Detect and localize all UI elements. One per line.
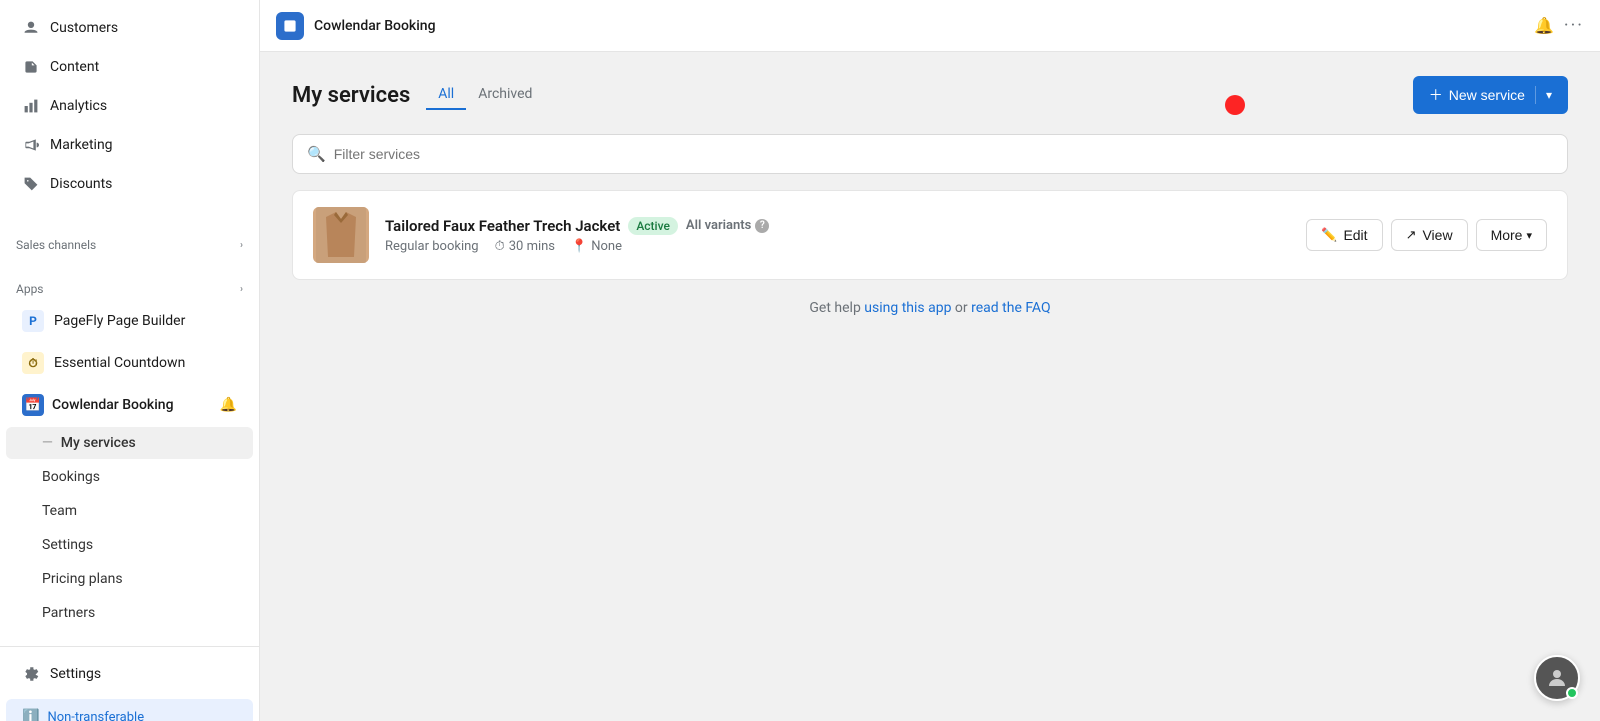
sidebar-item-settings[interactable]: Settings xyxy=(6,655,253,693)
sidebar-divider-3 xyxy=(0,646,259,647)
more-button[interactable]: More ▾ xyxy=(1476,219,1547,251)
new-service-label: New service xyxy=(1449,87,1525,103)
avatar-button[interactable] xyxy=(1534,655,1580,701)
main-content: Cowlendar Booking 🔔 ··· My services All … xyxy=(260,0,1600,721)
bell-icon[interactable]: 🔔 xyxy=(1534,16,1554,35)
chevron-right-icon-apps: › xyxy=(240,284,243,295)
essential-label: Essential Countdown xyxy=(54,355,185,371)
duration: ⏱ 30 mins xyxy=(495,239,555,254)
tab-archived[interactable]: Archived xyxy=(466,80,544,110)
sidebar-item-analytics[interactable]: Analytics xyxy=(6,87,253,125)
view-button[interactable]: ↗ View xyxy=(1391,219,1468,251)
info-icon: ℹ️ xyxy=(22,709,39,721)
sidebar-sub-partners[interactable]: Partners xyxy=(6,597,253,629)
partners-label: Partners xyxy=(42,605,95,621)
service-meta: Regular booking ⏱ 30 mins 📍 None xyxy=(385,239,1290,254)
marketing-label: Marketing xyxy=(50,137,113,153)
service-card: Tailored Faux Feather Trech Jacket Activ… xyxy=(292,190,1568,280)
sidebar-sub-team[interactable]: Team xyxy=(6,495,253,527)
pagefly-icon: P xyxy=(22,310,44,332)
sidebar: Customers Content Analytics Marketing Di… xyxy=(0,0,260,721)
pagefly-label: PageFly Page Builder xyxy=(54,313,185,329)
service-info: Tailored Faux Feather Trech Jacket Activ… xyxy=(385,217,1290,254)
service-name-row: Tailored Faux Feather Trech Jacket Activ… xyxy=(385,217,1290,235)
gear-icon xyxy=(22,665,40,683)
sidebar-item-marketing[interactable]: Marketing xyxy=(6,126,253,164)
online-indicator xyxy=(1566,687,1578,699)
content-label: Content xyxy=(50,59,99,75)
page-header-left: My services All Archived xyxy=(292,80,544,110)
new-service-button[interactable]: ＋ New service ▾ xyxy=(1413,76,1568,114)
discounts-label: Discounts xyxy=(50,176,112,192)
sales-channels-section[interactable]: Sales channels › xyxy=(0,228,259,256)
page-title: My services xyxy=(292,83,410,108)
all-variants-text: All variants ? xyxy=(686,218,769,233)
service-name-text: Tailored Faux Feather Trech Jacket xyxy=(385,217,620,235)
help-circle-icon[interactable]: ? xyxy=(755,219,769,233)
pin-icon: 📍 xyxy=(571,239,587,254)
settings-label: Settings xyxy=(50,666,101,682)
external-link-icon: ↗ xyxy=(1406,227,1417,243)
page-header: My services All Archived ＋ New service ▾ xyxy=(292,76,1568,114)
search-icon: 🔍 xyxy=(307,145,326,163)
sidebar-bottom: Settings ℹ️ Non-transferable xyxy=(0,630,259,721)
dots-icon[interactable]: ··· xyxy=(1564,15,1584,36)
sidebar-item-customers[interactable]: Customers xyxy=(6,9,253,47)
status-badge: Active xyxy=(628,217,678,235)
tab-all[interactable]: All xyxy=(426,80,466,110)
clock-icon: ⏱ xyxy=(495,239,505,254)
help-text: Get help using this app or read the FAQ xyxy=(292,300,1568,316)
service-image xyxy=(313,207,369,263)
sidebar-item-pagefly[interactable]: P PageFly Page Builder xyxy=(6,301,253,341)
tag-icon xyxy=(22,175,40,193)
chevron-right-icon: › xyxy=(240,240,243,251)
service-actions: ✏️ Edit ↗ View More ▾ xyxy=(1306,219,1547,251)
person-icon xyxy=(22,19,40,37)
read-faq-link[interactable]: read the FAQ xyxy=(971,300,1050,316)
sidebar-item-essential[interactable]: ⏱ Essential Countdown xyxy=(6,343,253,383)
btn-divider xyxy=(1535,86,1536,104)
essential-icon: ⏱ xyxy=(22,352,44,374)
sidebar-sub-pricing[interactable]: Pricing plans xyxy=(6,563,253,595)
apps-section[interactable]: Apps › xyxy=(0,272,259,300)
sidebar-sub-my-services[interactable]: — My services xyxy=(6,427,253,459)
sidebar-item-content[interactable]: Content xyxy=(6,48,253,86)
content-area: My services All Archived ＋ New service ▾ xyxy=(260,52,1600,721)
chevron-down-icon: ▾ xyxy=(1546,88,1552,102)
megaphone-icon xyxy=(22,136,40,154)
edit-button[interactable]: ✏️ Edit xyxy=(1306,219,1382,251)
non-transferable-banner[interactable]: ℹ️ Non-transferable xyxy=(6,699,253,721)
sidebar-sub-settings[interactable]: Settings xyxy=(6,529,253,561)
booking-type: Regular booking xyxy=(385,239,479,254)
top-bar-left: Cowlendar Booking xyxy=(276,12,436,40)
plus-icon: ＋ xyxy=(1429,85,1443,105)
top-bar: Cowlendar Booking 🔔 ··· xyxy=(260,0,1600,52)
app-logo xyxy=(276,12,304,40)
document-icon xyxy=(22,58,40,76)
chevron-down-icon-more: ▾ xyxy=(1526,229,1532,242)
edit-icon: ✏️ xyxy=(1321,227,1337,243)
top-bar-right: 🔔 ··· xyxy=(1534,15,1584,36)
analytics-label: Analytics xyxy=(50,98,107,114)
notification-icon: 🔔 xyxy=(220,397,237,413)
location: 📍 None xyxy=(571,239,622,254)
search-input[interactable] xyxy=(334,146,1553,162)
non-transferable-label: Non-transferable xyxy=(47,710,144,721)
my-services-label: My services xyxy=(61,435,136,451)
sidebar-sub-bookings[interactable]: Bookings xyxy=(6,461,253,493)
search-bar: 🔍 xyxy=(292,134,1568,174)
sidebar-item-cowlendar[interactable]: 📅 Cowlendar Booking 🔔 xyxy=(6,385,253,425)
pricing-label: Pricing plans xyxy=(42,571,123,587)
app-title: Cowlendar Booking xyxy=(314,18,436,34)
cowlendar-icon: 📅 xyxy=(22,394,44,416)
settings-sublabel: Settings xyxy=(42,537,93,553)
tabs: All Archived xyxy=(426,80,544,110)
bar-chart-icon xyxy=(22,97,40,115)
sidebar-item-discounts[interactable]: Discounts xyxy=(6,165,253,203)
bookings-label: Bookings xyxy=(42,469,100,485)
customers-label: Customers xyxy=(50,20,118,36)
team-label: Team xyxy=(42,503,77,519)
using-this-app-link[interactable]: using this app xyxy=(864,300,951,316)
cowlendar-label: Cowlendar Booking xyxy=(52,397,212,413)
